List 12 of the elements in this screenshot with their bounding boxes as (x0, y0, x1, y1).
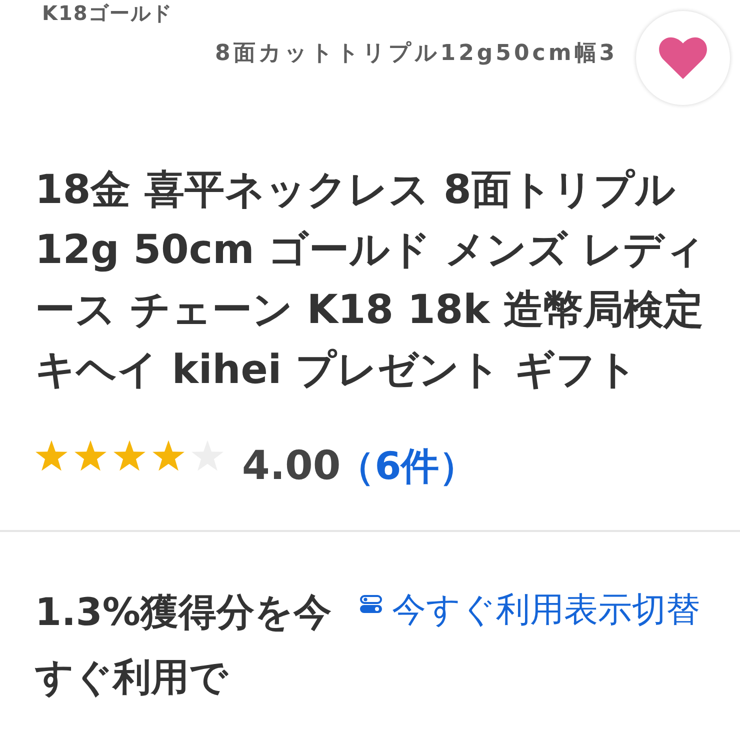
image-caption: K18ゴールド (42, 0, 172, 25)
display-toggle-link[interactable]: 今すぐ利用表示切替 (360, 588, 700, 632)
star-icon (74, 440, 107, 472)
heart-icon (659, 37, 707, 79)
image-caption: 8面カットトリプル12g50cm幅3 (215, 40, 618, 68)
rating-score: 4.00 (242, 442, 341, 491)
star-icon (35, 440, 68, 472)
star-icon (152, 440, 185, 472)
star-icon (113, 440, 146, 472)
product-title: 18金 喜平ネックレス 8面トリプル 12g 50cm ゴールド メンズ レディース チェーン K18 18k 造幣局検定キヘイ kihei プレゼント ギフト (34, 166, 706, 395)
points-text: 1.3%獲得分を今すぐ利用で (35, 589, 332, 701)
toggle-icon (360, 595, 382, 613)
